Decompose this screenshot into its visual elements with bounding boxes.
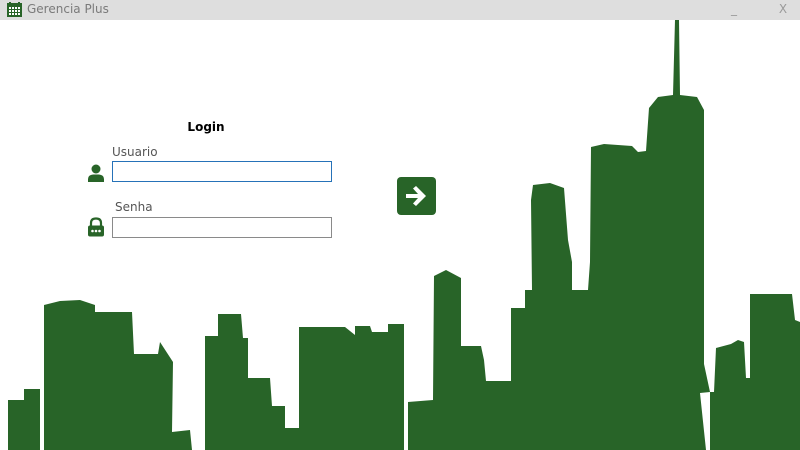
user-icon [88, 164, 104, 182]
lock-icon [88, 217, 104, 237]
login-title: Login [187, 120, 225, 134]
title-bar: Gerencia Plus _ X [0, 0, 800, 20]
password-label: Senha [115, 200, 153, 214]
calendar-grid-icon [7, 2, 22, 17]
login-submit-button[interactable] [397, 177, 436, 215]
username-label: Usuario [112, 145, 158, 159]
username-input[interactable] [112, 161, 332, 182]
minimize-button[interactable]: _ [722, 0, 746, 20]
window-title: Gerencia Plus [27, 2, 109, 16]
close-button[interactable]: X [771, 0, 795, 20]
arrow-right-icon [406, 186, 426, 206]
password-input[interactable] [112, 217, 332, 238]
